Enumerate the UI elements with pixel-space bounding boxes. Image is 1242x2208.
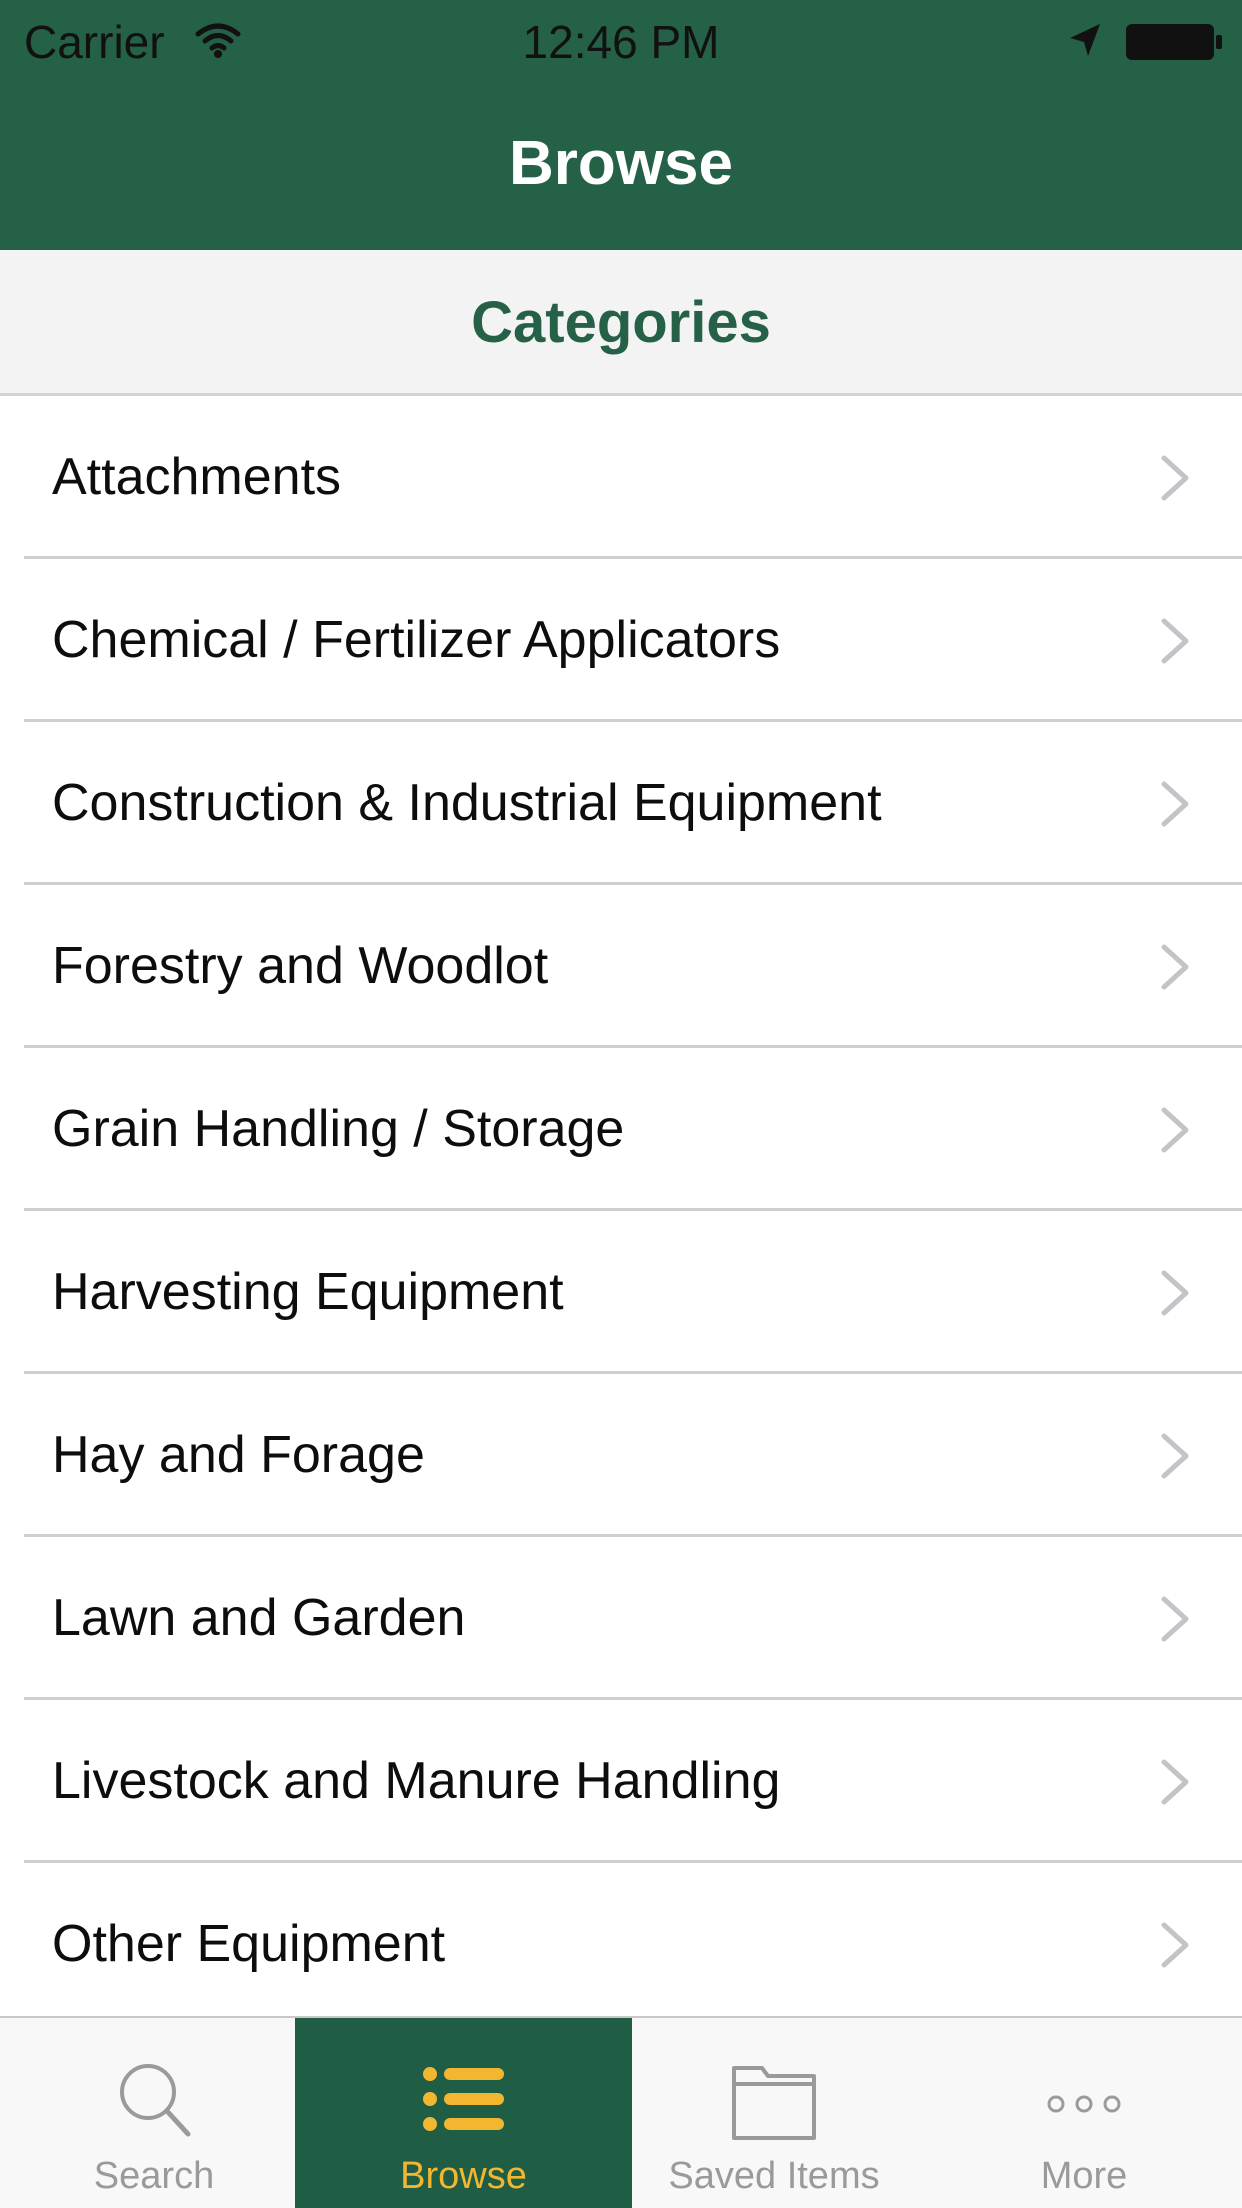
list-item[interactable]: Hay and Forage: [0, 1374, 1242, 1537]
chevron-right-icon: [1161, 1759, 1189, 1805]
list-item-label: Chemical / Fertilizer Applicators: [52, 611, 781, 669]
list-item-label: Lawn and Garden: [52, 1589, 466, 1647]
list-item-label: Hay and Forage: [52, 1426, 425, 1484]
list-item[interactable]: Harvesting Equipment: [0, 1211, 1242, 1374]
list-item[interactable]: Construction & Industrial Equipment: [0, 722, 1242, 885]
chevron-right-icon: [1161, 618, 1189, 664]
tab-search[interactable]: Search: [0, 2018, 308, 2208]
tab-bar: Search Browse Saved Items More: [0, 2016, 1242, 2208]
list-item[interactable]: Forestry and Woodlot: [0, 885, 1242, 1048]
tab-label: More: [1040, 2155, 1128, 2197]
list-item-label: Other Equipment: [52, 1915, 446, 1973]
list-item[interactable]: Chemical / Fertilizer Applicators: [0, 559, 1242, 722]
list-item-label: Harvesting Equipment: [52, 1263, 564, 1321]
folder-icon: [732, 2066, 816, 2140]
chevron-right-icon: [1161, 1107, 1189, 1153]
search-icon: [120, 2064, 191, 2137]
tab-saved-items[interactable]: Saved Items: [620, 2018, 928, 2208]
list-item[interactable]: Grain Handling / Storage: [0, 1048, 1242, 1211]
list-icon: [422, 2067, 504, 2131]
page-title: Browse: [509, 129, 733, 198]
list-item[interactable]: Attachments: [0, 396, 1242, 559]
section-title: Categories: [471, 290, 771, 355]
chevron-right-icon: [1161, 455, 1189, 501]
list-item[interactable]: Livestock and Manure Handling: [0, 1700, 1242, 1863]
tab-more[interactable]: More: [930, 2018, 1238, 2208]
tab-label: Browse: [400, 2155, 527, 2197]
top-bar: Carrier 12:46 PM Browse: [0, 0, 1242, 250]
chevron-right-icon: [1161, 1270, 1189, 1316]
status-bar: Carrier 12:46 PM: [0, 0, 1242, 84]
tab-label: Search: [93, 2155, 215, 2197]
list-item-label: Livestock and Manure Handling: [52, 1752, 781, 1810]
list-item-label: Construction & Industrial Equipment: [52, 774, 882, 832]
status-time: 12:46 PM: [522, 16, 720, 68]
chevron-right-icon: [1161, 781, 1189, 827]
location-arrow-icon: [1070, 24, 1100, 56]
category-list: Attachments Chemical / Fertilizer Applic…: [0, 396, 1242, 2016]
list-item-label: Attachments: [52, 448, 342, 506]
chevron-right-icon: [1161, 1433, 1189, 1479]
chevron-right-icon: [1161, 1596, 1189, 1642]
list-item-label: Forestry and Woodlot: [52, 937, 549, 995]
chevron-right-icon: [1161, 1922, 1189, 1968]
more-icon: [1047, 2095, 1121, 2113]
list-item[interactable]: Other Equipment: [0, 1863, 1242, 2016]
tab-label: Saved Items: [668, 2155, 880, 2197]
chevron-right-icon: [1161, 944, 1189, 990]
tab-browse[interactable]: Browse: [295, 2018, 632, 2208]
list-item[interactable]: Lawn and Garden: [0, 1537, 1242, 1700]
list-item-label: Grain Handling / Storage: [52, 1100, 625, 1158]
section-header: Categories: [0, 250, 1242, 396]
battery-icon: [1126, 24, 1222, 60]
